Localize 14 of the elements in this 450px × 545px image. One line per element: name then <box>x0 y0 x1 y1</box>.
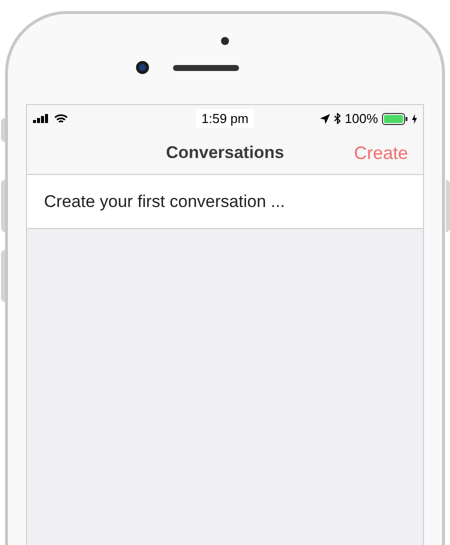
row-text: Create your first conversation ... <box>44 190 285 213</box>
signal-icon <box>33 114 50 123</box>
speaker-icon <box>173 64 239 70</box>
battery-icon <box>382 112 408 124</box>
wifi-icon <box>54 114 68 124</box>
bluetooth-icon <box>334 113 341 124</box>
front-camera-icon <box>221 37 229 45</box>
status-time: 1:59 pm <box>196 108 254 128</box>
camera-lens-icon <box>136 61 149 74</box>
nav-title: Conversations <box>166 142 284 164</box>
location-arrow-icon <box>320 114 330 124</box>
charging-bolt-icon <box>412 114 417 124</box>
battery-percentage: 100% <box>344 110 378 128</box>
list-row[interactable]: Create your first conversation ... <box>27 175 423 229</box>
